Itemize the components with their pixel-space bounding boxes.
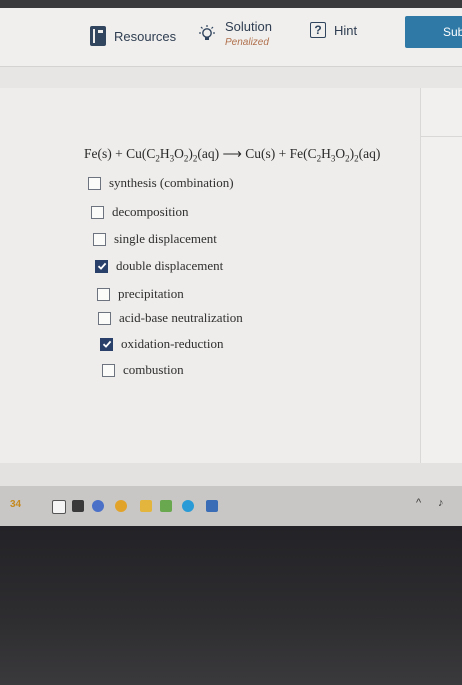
resources-label: Resources [114,28,177,44]
hint-button[interactable]: ? Hint [310,22,357,38]
folder-icon[interactable] [140,500,152,512]
state-symbol: (aq) [358,146,381,161]
option-label: acid-base neutralization [119,310,243,325]
checkbox[interactable] [100,337,113,351]
formula-part: Fe(C [289,146,317,161]
formula-part: H [321,146,331,161]
option-label: oxidation-reduction [121,336,224,351]
edge-icon[interactable] [182,500,194,512]
weather-widget[interactable]: 34 [10,499,21,510]
bezel-top [0,0,462,8]
reaction-arrow: ⟶ [222,146,242,161]
right-rail [420,88,462,468]
product-1: Cu(s) [245,146,276,161]
app-footer [0,463,462,486]
submit-button[interactable]: Sub [405,16,462,48]
plus-sign: + [115,146,123,161]
checkbox[interactable] [91,205,104,219]
option-label: synthesis (combination) [109,175,234,190]
toolbar: Resources Solution Penalized ? Hint Sub [0,8,462,67]
tray-chevron-icon[interactable]: ^ [416,497,421,509]
bezel-bottom [0,526,462,685]
option-label: precipitation [118,286,184,301]
resources-button[interactable]: Resources [90,26,176,46]
tray-icon[interactable]: ♪ [438,497,444,509]
option-decomposition[interactable]: decomposition [91,204,189,220]
app-icon[interactable] [160,500,172,512]
reactant-1: Fe(s) [84,146,112,161]
right-rail-tab[interactable] [421,88,462,137]
option-acid-base-neutralization[interactable]: acid-base neutralization [98,310,243,326]
chrome-icon[interactable] [115,500,127,512]
state-symbol: (aq) [197,146,220,161]
lightbulb-icon [197,24,217,44]
checkbox[interactable] [97,287,110,301]
solution-text: Solution Penalized [225,19,272,49]
submit-label: Sub [443,25,462,39]
formula-part: O [335,146,346,161]
checkbox[interactable] [95,259,108,273]
reactant-2: Cu(C2H3O2)2(aq) [126,146,220,164]
option-oxidation-reduction[interactable]: oxidation-reduction [100,336,224,352]
checkbox[interactable] [88,176,101,190]
store-icon[interactable] [206,500,218,512]
formula-part: H [159,146,170,161]
option-label: double displacement [116,258,224,273]
solution-label: Solution [225,19,272,34]
option-label: combustion [123,362,184,377]
hint-label: Hint [334,22,358,38]
option-synthesis[interactable]: synthesis (combination) [88,175,234,191]
option-single-displacement[interactable]: single displacement [93,231,217,247]
checkbox[interactable] [102,363,115,377]
taskbar: 34 ^ ♪ [0,486,462,526]
option-precipitation[interactable]: precipitation [97,286,184,302]
task-view-icon[interactable] [52,500,66,514]
solution-status: Penalized [225,36,269,48]
formula-part: Cu(C [126,146,156,161]
question-icon: ? [310,22,326,38]
solution-button[interactable]: Solution Penalized [197,19,272,49]
plus-sign: + [278,146,287,161]
option-combustion[interactable]: combustion [102,362,184,378]
app-window: Resources Solution Penalized ? Hint Sub [0,8,462,486]
product-2: Fe(C2H3O2)2(aq) [289,146,381,164]
widgets-icon[interactable] [72,500,84,512]
checkbox[interactable] [93,232,106,246]
chemical-equation: Fe(s) + Cu(C2H3O2)2(aq) ⟶ Cu(s) + Fe(C2H… [84,146,380,164]
formula-part: O [174,146,184,161]
option-double-displacement[interactable]: double displacement [95,258,223,274]
checkbox[interactable] [98,311,111,325]
option-label: single displacement [114,231,217,246]
book-icon [90,26,106,46]
screen: Resources Solution Penalized ? Hint Sub … [0,0,462,685]
chat-icon[interactable] [92,500,104,512]
option-label: decomposition [112,204,189,219]
question-panel [0,88,420,468]
